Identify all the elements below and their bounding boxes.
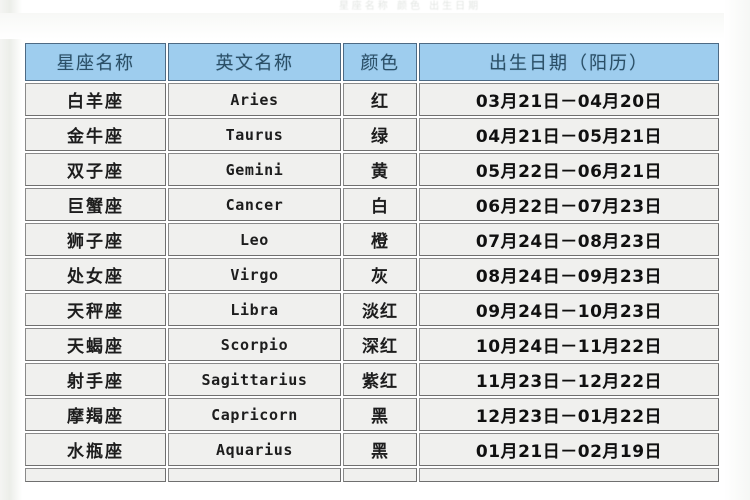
table-row: 巨蟹座 Cancer 白 06月22日－07月23日 [25, 188, 719, 221]
cell-birth-date: 06月22日－07月23日 [419, 188, 719, 221]
cell-birth-date: 08月24日－09月23日 [419, 258, 719, 291]
scan-left-edge [0, 0, 22, 500]
scan-top-band [0, 13, 750, 39]
cell-color: 灰 [343, 258, 417, 291]
cell-birth-date: 11月23日－12月22日 [419, 363, 719, 396]
cell-constellation-name: 处女座 [25, 258, 166, 291]
cell-constellation-name: 射手座 [25, 363, 166, 396]
table-row: 天蝎座 Scorpio 深红 10月24日－11月22日 [25, 328, 719, 361]
cell-color: 橙 [343, 223, 417, 256]
cell-color: 紫红 [343, 363, 417, 396]
cell-constellation-name: 巨蟹座 [25, 188, 166, 221]
cell-birth-date: 03月21日－04月20日 [419, 83, 719, 116]
column-header-birth-date: 出生日期（阳历） [419, 43, 719, 81]
cell-birth-date: 10月24日－11月22日 [419, 328, 719, 361]
cell-constellation-name: 金牛座 [25, 118, 166, 151]
cell-birth-date: 07月24日－08月23日 [419, 223, 719, 256]
cell-birth-date: 01月21日－02月19日 [419, 433, 719, 466]
cell-birth-date: 09月24日－10月23日 [419, 293, 719, 326]
cell-english-name: Virgo [168, 258, 341, 291]
table-row: 处女座 Virgo 灰 08月24日－09月23日 [25, 258, 719, 291]
zodiac-table-page: 星座名称 颜色 出生日期 星座名称 英文名称 颜色 出生日期（阳历） 白羊座 Ar… [0, 0, 750, 500]
cell-color: 淡红 [343, 293, 417, 326]
table-row: 射手座 Sagittarius 紫红 11月23日－12月22日 [25, 363, 719, 396]
cell-constellation-name: 摩羯座 [25, 398, 166, 431]
cell-color: 红 [343, 83, 417, 116]
table-row: 摩羯座 Capricorn 黑 12月23日－01月22日 [25, 398, 719, 431]
cell-constellation-name: 水瓶座 [25, 433, 166, 466]
zodiac-constellation-table: 星座名称 英文名称 颜色 出生日期（阳历） 白羊座 Aries 红 03月21日－04… [23, 41, 721, 484]
column-header-color: 颜色 [343, 43, 417, 81]
table-row: 天秤座 Libra 淡红 09月24日－10月23日 [25, 293, 719, 326]
cell-color: 绿 [343, 118, 417, 151]
cell-birth-date: 05月22日－06月21日 [419, 153, 719, 186]
table-row: 白羊座 Aries 红 03月21日－04月20日 [25, 83, 719, 116]
cell-english-name: Capricorn [168, 398, 341, 431]
cell-english-name: Libra [168, 293, 341, 326]
scan-right-edge [724, 0, 750, 500]
cell-constellation-name: 天蝎座 [25, 328, 166, 361]
cell-clipped [343, 468, 417, 482]
cell-english-name: Aries [168, 83, 341, 116]
table-row-clipped [25, 468, 719, 482]
cell-color: 黄 [343, 153, 417, 186]
cell-color: 黑 [343, 398, 417, 431]
table-row: 双子座 Gemini 黄 05月22日－06月21日 [25, 153, 719, 186]
table-row: 水瓶座 Aquarius 黑 01月21日－02月19日 [25, 433, 719, 466]
table-row: 狮子座 Leo 橙 07月24日－08月23日 [25, 223, 719, 256]
cell-constellation-name: 狮子座 [25, 223, 166, 256]
cell-english-name: Scorpio [168, 328, 341, 361]
cell-color: 白 [343, 188, 417, 221]
cell-english-name: Cancer [168, 188, 341, 221]
table-header: 星座名称 英文名称 颜色 出生日期（阳历） [25, 43, 719, 81]
cell-color: 深红 [343, 328, 417, 361]
cell-english-name: Sagittarius [168, 363, 341, 396]
cell-color: 黑 [343, 433, 417, 466]
table-row: 金牛座 Taurus 绿 04月21日－05月21日 [25, 118, 719, 151]
cell-constellation-name: 天秤座 [25, 293, 166, 326]
cell-clipped [419, 468, 719, 482]
table-body: 白羊座 Aries 红 03月21日－04月20日 金牛座 Taurus 绿 04月21日－0… [25, 83, 719, 482]
cell-constellation-name: 双子座 [25, 153, 166, 186]
cell-english-name: Gemini [168, 153, 341, 186]
cell-clipped [25, 468, 166, 482]
column-header-constellation-name: 星座名称 [25, 43, 166, 81]
table-header-row: 星座名称 英文名称 颜色 出生日期（阳历） [25, 43, 719, 81]
scan-remnant-text: 星座名称 颜色 出生日期 [338, 1, 482, 12]
column-header-english-name: 英文名称 [168, 43, 341, 81]
cell-english-name: Leo [168, 223, 341, 256]
cell-clipped [168, 468, 341, 482]
cell-constellation-name: 白羊座 [25, 83, 166, 116]
cell-birth-date: 12月23日－01月22日 [419, 398, 719, 431]
cell-birth-date: 04月21日－05月21日 [419, 118, 719, 151]
cell-english-name: Taurus [168, 118, 341, 151]
cell-english-name: Aquarius [168, 433, 341, 466]
